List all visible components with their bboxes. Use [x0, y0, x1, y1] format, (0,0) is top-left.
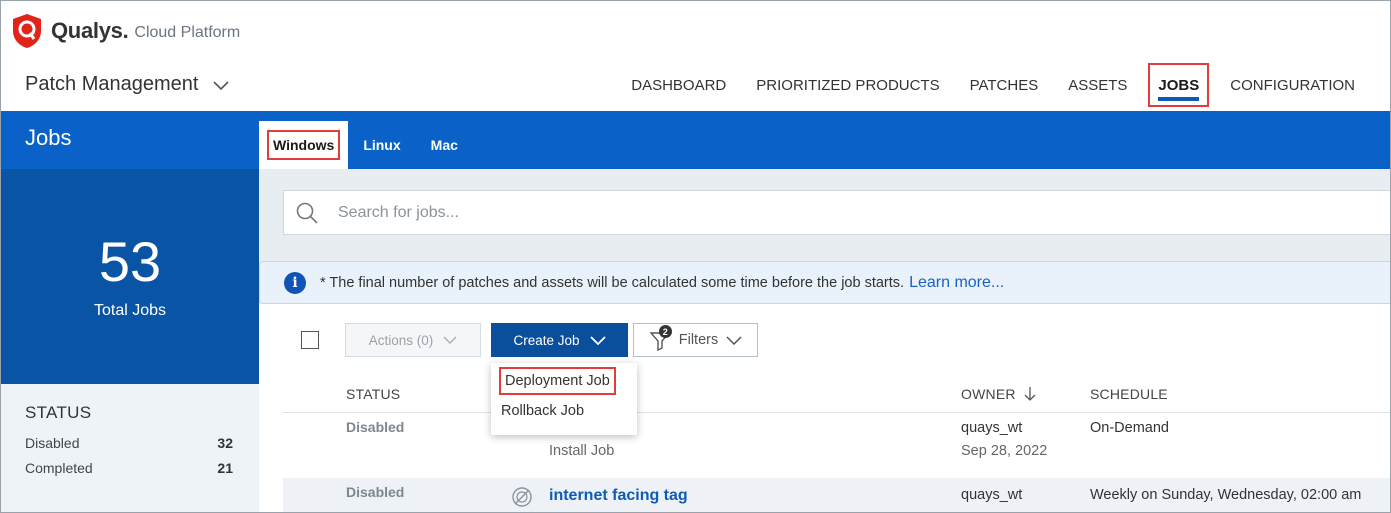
- info-notice: i * The final number of patches and asse…: [259, 261, 1390, 304]
- filters-button[interactable]: 2 Filters: [633, 323, 758, 357]
- brand-subtitle: Cloud Platform: [134, 23, 241, 41]
- app-window: Qualys. Cloud Platform Patch Management …: [0, 0, 1391, 513]
- chevron-down-icon: [443, 336, 457, 345]
- column-header-owner[interactable]: OWNER: [961, 386, 1036, 402]
- total-jobs-card: 53 Total Jobs: [1, 169, 259, 384]
- filter-icon: 2: [649, 325, 672, 352]
- nav-dashboard[interactable]: DASHBOARD: [616, 66, 741, 104]
- job-name-link[interactable]: internet facing tag: [549, 487, 688, 505]
- jobs-table-area: Actions (0) Create Job 2 Filters STATUS …: [259, 304, 1390, 512]
- table-row[interactable]: Disabled matchall Install Job quays_wt S…: [283, 413, 1390, 477]
- nav-prioritized-products[interactable]: PRIORITIZED PRODUCTS: [741, 66, 954, 104]
- learn-more-link[interactable]: Learn more...: [909, 274, 1004, 292]
- menu-item-deployment-job[interactable]: Deployment Job: [499, 367, 616, 395]
- create-job-label: Create Job: [513, 332, 580, 348]
- module-selector[interactable]: Patch Management: [25, 73, 230, 96]
- tab-mac[interactable]: Mac: [416, 121, 473, 169]
- os-tabs: Windows Linux Mac: [259, 121, 473, 169]
- qualys-logo-icon: [11, 13, 43, 49]
- job-status: Disabled: [346, 484, 405, 500]
- total-jobs-label: Total Jobs: [93, 302, 167, 319]
- job-type: Install Job: [549, 443, 615, 459]
- status-count: 21: [217, 460, 233, 476]
- search-icon: [296, 202, 318, 224]
- page-title: Jobs: [25, 125, 72, 150]
- notice-text: * The final number of patches and assets…: [320, 274, 905, 291]
- create-job-button[interactable]: Create Job: [491, 323, 628, 357]
- left-summary-panel: 53 Total Jobs STATUS Disabled 32 Complet…: [1, 169, 259, 512]
- job-created-date: Sep 28, 2022: [961, 443, 1048, 459]
- tab-windows[interactable]: Windows: [259, 121, 349, 169]
- module-title: Patch Management: [25, 73, 199, 95]
- nav-patches[interactable]: PATCHES: [955, 66, 1054, 104]
- column-header-status[interactable]: STATUS: [346, 386, 400, 402]
- brand-header: Qualys. Cloud Platform: [11, 11, 240, 51]
- chevron-down-icon: [213, 80, 230, 90]
- job-schedule: On-Demand: [1090, 420, 1169, 436]
- actions-button[interactable]: Actions (0): [345, 323, 481, 357]
- status-row-disabled[interactable]: Disabled 32: [25, 435, 233, 451]
- menu-item-rollback-job[interactable]: Rollback Job: [501, 403, 584, 419]
- search-input[interactable]: [338, 203, 1238, 222]
- column-header-schedule[interactable]: SCHEDULE: [1090, 386, 1168, 402]
- select-all-checkbox[interactable]: [301, 331, 319, 349]
- status-heading: STATUS: [25, 403, 92, 422]
- brand-name: Qualys.: [51, 18, 129, 43]
- top-navigation: DASHBOARD PRIORITIZED PRODUCTS PATCHES A…: [616, 63, 1370, 107]
- nav-jobs[interactable]: JOBS: [1148, 63, 1210, 107]
- create-job-menu: Deployment Job Rollback Job: [491, 363, 637, 435]
- job-owner: quays_wt: [961, 420, 1023, 436]
- disabled-job-icon: [512, 487, 532, 507]
- info-icon: i: [284, 271, 306, 294]
- search-bar: [283, 190, 1390, 235]
- total-jobs-count: 53: [98, 230, 162, 293]
- job-status: Disabled: [346, 419, 405, 435]
- chevron-down-icon: [589, 336, 606, 345]
- actions-label: Actions (0): [368, 332, 434, 348]
- nav-assets[interactable]: ASSETS: [1053, 66, 1142, 104]
- owner-header-label: OWNER: [961, 386, 1016, 402]
- status-count: 32: [217, 435, 233, 451]
- tab-windows-label: Windows: [267, 130, 341, 160]
- nav-configuration[interactable]: CONFIGURATION: [1215, 66, 1370, 104]
- status-row-completed[interactable]: Completed 21: [25, 460, 233, 476]
- filter-count-badge: 2: [658, 325, 672, 338]
- job-schedule: Weekly on Sunday, Wednesday, 02:00 am: [1090, 487, 1362, 503]
- main-content: i * The final number of patches and asse…: [259, 169, 1390, 512]
- tab-linux[interactable]: Linux: [348, 121, 415, 169]
- job-owner: quays_wt: [961, 487, 1023, 503]
- table-row[interactable]: Disabled internet facing tag quays_wt We…: [283, 478, 1390, 512]
- chevron-down-icon: [726, 336, 742, 345]
- status-label: Completed: [25, 460, 93, 476]
- section-band: Jobs Windows Linux Mac: [1, 111, 1390, 169]
- sort-descending-icon: [1024, 387, 1036, 401]
- status-label: Disabled: [25, 435, 80, 451]
- filters-label: Filters: [678, 332, 719, 348]
